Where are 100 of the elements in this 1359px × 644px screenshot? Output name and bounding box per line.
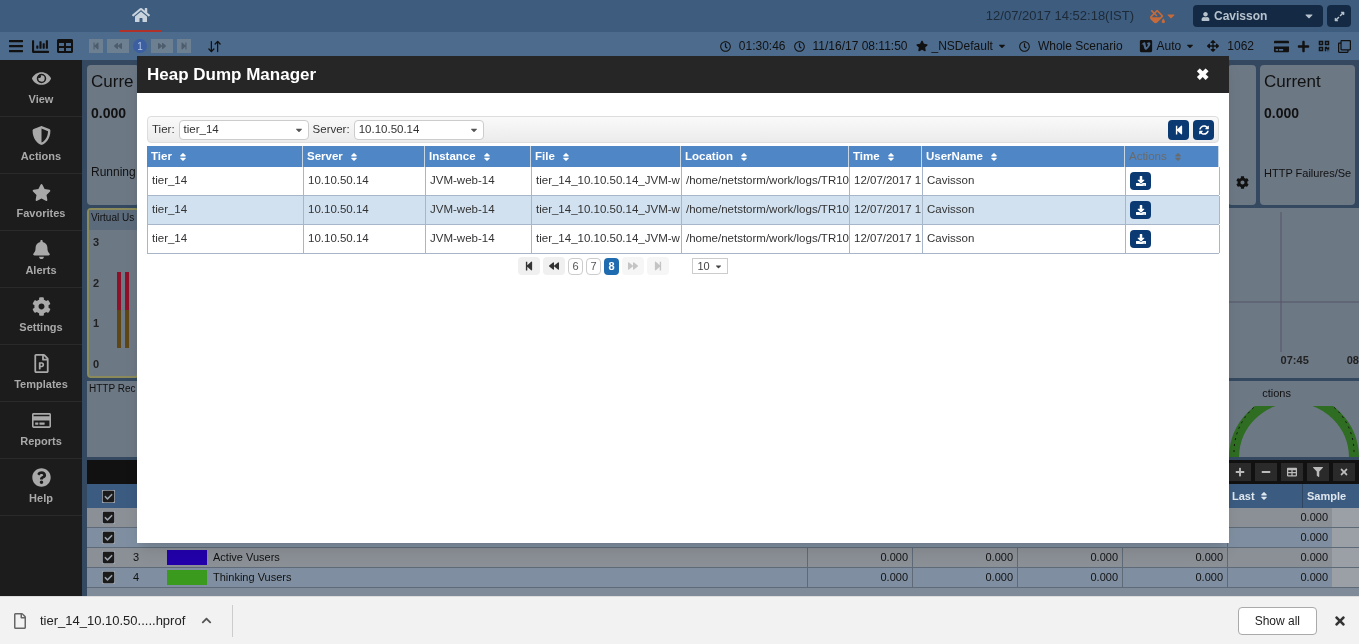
- filter-icon: [1313, 467, 1323, 477]
- checkbox[interactable]: [101, 489, 115, 503]
- series-name: Thinking Vusers: [213, 571, 292, 584]
- sort-icon: [738, 151, 749, 162]
- star-icon: [31, 182, 51, 202]
- plus-icon: [1235, 467, 1245, 477]
- series-name: Active Vusers: [213, 551, 280, 564]
- document-icon: [31, 353, 51, 373]
- filter-dropdown[interactable]: 10.10.50.14: [353, 119, 484, 140]
- table-button[interactable]: [1281, 463, 1303, 481]
- close-button[interactable]: [1333, 463, 1355, 481]
- axis-label: 08: [1346, 353, 1359, 368]
- shield-icon: [31, 125, 51, 145]
- table-cell: JVM-web-14: [426, 225, 532, 253]
- filter-dropdown[interactable]: tier_14: [178, 119, 309, 140]
- plus-icon[interactable]: [1297, 39, 1310, 53]
- filter-label: Tier:: [152, 121, 175, 137]
- row-number: 3: [133, 551, 140, 564]
- menu-icon[interactable]: [8, 38, 24, 54]
- download-button[interactable]: [1130, 172, 1151, 190]
- row-number: 4: [133, 571, 140, 584]
- qr-code-icon[interactable]: [1318, 40, 1330, 52]
- show-all-button[interactable]: Show all: [1237, 606, 1317, 635]
- page-number: 1: [133, 39, 147, 53]
- page-button[interactable]: 7: [586, 257, 601, 275]
- fast-forward-icon: [158, 42, 166, 50]
- scrollbar[interactable]: [1332, 568, 1359, 587]
- sort-icon: [348, 151, 359, 162]
- user-icon: [1201, 11, 1210, 21]
- filter-button[interactable]: [1307, 463, 1329, 481]
- scenario-label: Whole Scenario: [1037, 38, 1123, 55]
- close-button[interactable]: ✖: [1196, 62, 1219, 87]
- column-header[interactable]: Sample: [1303, 484, 1359, 508]
- sort-icon: [988, 151, 999, 162]
- table-cell: 10.10.50.14: [304, 196, 426, 224]
- chevron-up-icon[interactable]: [201, 615, 213, 626]
- page-button[interactable]: 6: [568, 257, 583, 275]
- bell-icon: [31, 239, 51, 259]
- clock-icon: [1018, 40, 1030, 52]
- sort-icon: [1172, 151, 1183, 162]
- checkbox[interactable]: [101, 511, 115, 524]
- checkbox[interactable]: [101, 571, 115, 584]
- scrollbar[interactable]: [1332, 528, 1359, 547]
- checkbox[interactable]: [101, 531, 115, 544]
- table-icon[interactable]: [57, 38, 73, 54]
- card-icon: [31, 410, 51, 430]
- bar-chart-icon[interactable]: [32, 37, 49, 55]
- close-icon: [1339, 467, 1349, 477]
- sort-icon[interactable]: [207, 38, 222, 54]
- count-label: 1062: [1227, 38, 1254, 55]
- table-cell: 0.000: [807, 548, 912, 567]
- table-row[interactable]: tier_14 10.10.50.14 JVM-web-14 tier_14_10.10.50.14_JVM-w /home/netstorm/work/logs/TR10 12/07/2017 1 Cavisson: [147, 225, 1219, 254]
- refresh-button[interactable]: [1193, 119, 1214, 140]
- rewind-button[interactable]: [543, 257, 565, 275]
- download-button[interactable]: [1130, 201, 1151, 219]
- card-icon[interactable]: [1274, 38, 1289, 54]
- table-cell: tier_14_10.10.50.14_JVM-w: [532, 225, 682, 253]
- plus-button[interactable]: [1229, 463, 1251, 481]
- windows-icon[interactable]: [1338, 39, 1351, 53]
- table-cell: 12/07/2017 1: [850, 225, 923, 253]
- table-cell: JVM-web-14: [426, 196, 532, 224]
- scrollbar[interactable]: [1332, 548, 1359, 567]
- table-cell: tier_14: [148, 167, 304, 195]
- axis-label: 3: [93, 235, 100, 250]
- dialog-title: Heap Dump Manager: [147, 63, 318, 86]
- table-row[interactable]: tier_14 10.10.50.14 JVM-web-14 tier_14_10.10.50.14_JVM-w /home/netstorm/work/logs/TR10 12/07/2017 1 Cavisson: [147, 167, 1219, 196]
- table-cell: tier_14_10.10.50.14_JVM-w: [532, 167, 682, 195]
- card-caption: Running: [91, 164, 135, 181]
- first-page-button[interactable]: [1168, 119, 1189, 140]
- close-icon[interactable]: [1333, 613, 1347, 628]
- table-row[interactable]: tier_14 10.10.50.14 JVM-web-14 tier_14_10.10.50.14_JVM-w /home/netstorm/work/logs/TR10 12/07/2017 1 Cavisson: [147, 196, 1219, 225]
- page-button[interactable]: 8: [604, 257, 619, 275]
- sort-icon: [885, 151, 896, 162]
- checkbox[interactable]: [101, 551, 115, 564]
- clock-icon: [719, 40, 731, 52]
- last-page-icon: [180, 42, 188, 50]
- first-page-icon: [524, 261, 534, 271]
- first-page-icon: [92, 42, 100, 50]
- start-time: 11/16/17 08:11:50: [812, 38, 908, 55]
- first-page-icon: [1173, 124, 1184, 135]
- rewind-icon: [549, 261, 559, 271]
- first-page-button[interactable]: [518, 257, 540, 275]
- user-menu-button[interactable]: Cavisson: [1193, 5, 1323, 27]
- refresh-icon: [1198, 124, 1209, 135]
- table-cell: 0.000: [1017, 568, 1122, 587]
- page-size-dropdown[interactable]: 10: [692, 258, 728, 274]
- settings-icon[interactable]: [1235, 176, 1249, 189]
- table-cell: 0.000: [1122, 568, 1227, 587]
- panel-title: ctions: [1262, 386, 1292, 401]
- fullscreen-button[interactable]: [1327, 5, 1351, 27]
- sort-icon: [560, 151, 571, 162]
- card-title: Curre: [91, 71, 135, 93]
- table-cell: /home/netstorm/work/logs/TR10: [682, 196, 850, 224]
- table-cell: tier_14_10.10.50.14_JVM-w: [532, 196, 682, 224]
- axis-label: 1: [93, 316, 100, 331]
- minus-button[interactable]: [1255, 463, 1277, 481]
- download-button[interactable]: [1130, 230, 1151, 248]
- home-icon: [132, 6, 150, 24]
- file-name[interactable]: tier_14_10.10.50.....hprof: [40, 610, 186, 631]
- scrollbar[interactable]: [1332, 508, 1359, 527]
